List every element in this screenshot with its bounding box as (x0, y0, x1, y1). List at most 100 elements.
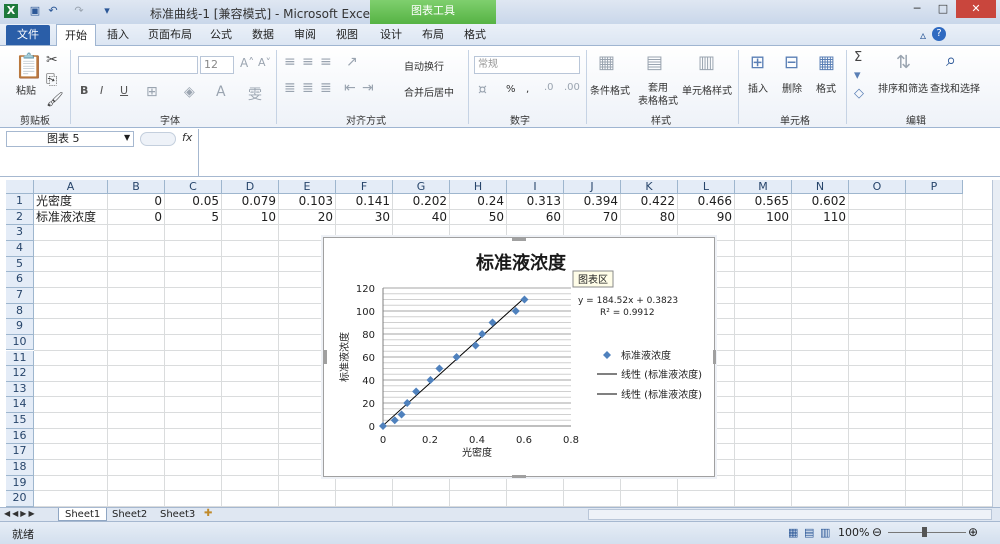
cell-L1[interactable]: 0.466 (678, 194, 735, 209)
row-header-10[interactable]: 10 (6, 334, 34, 351)
row-header-7[interactable]: 7 (6, 287, 34, 304)
underline-button[interactable]: U (120, 84, 128, 97)
align-right-icon[interactable]: ≣ (320, 80, 332, 96)
cell-C2[interactable]: 5 (165, 210, 222, 225)
wrap-text-button[interactable]: 自动换行 (404, 58, 444, 73)
align-bottom-icon[interactable]: ≡ (320, 54, 332, 70)
undo-icon[interactable]: ↶ (46, 4, 60, 18)
row-header-11[interactable]: 11 (6, 350, 34, 367)
row-header-16[interactable]: 16 (6, 428, 34, 445)
align-center-icon[interactable]: ≣ (302, 80, 314, 96)
tab-design[interactable]: 设计 (374, 24, 408, 46)
page-break-view-icon[interactable]: ▥ (820, 526, 830, 539)
cell-K1[interactable]: 0.422 (621, 194, 678, 209)
phonetic-icon[interactable]: 雯 (248, 84, 262, 104)
name-box-dropdown-icon[interactable]: ▼ (124, 133, 130, 142)
autosum-icon[interactable]: Σ (854, 50, 862, 65)
row-header-17[interactable]: 17 (6, 444, 34, 461)
cell-J2[interactable]: 70 (564, 210, 621, 225)
cell-J1[interactable]: 0.394 (564, 194, 621, 209)
cell-styles-button[interactable]: 单元格样式 (682, 82, 732, 97)
tab-file[interactable]: 文件 (6, 25, 50, 45)
cell-H1[interactable]: 0.24 (450, 194, 507, 209)
row-header-15[interactable]: 15 (6, 413, 34, 429)
paste-button[interactable]: 粘贴 (16, 82, 36, 97)
font-size-combo[interactable]: 12 (200, 56, 234, 74)
redo-icon[interactable]: ↷ (72, 4, 86, 18)
align-middle-icon[interactable]: ≡ (302, 54, 314, 70)
bold-button[interactable]: B (80, 84, 88, 97)
zoom-out-icon[interactable]: ⊖ (872, 525, 882, 539)
clear-icon[interactable]: ◇ (854, 86, 864, 101)
row-header-18[interactable]: 18 (6, 460, 34, 476)
minimize-button[interactable]: ─ (904, 0, 930, 18)
insert-cells-button[interactable]: 插入 (748, 80, 768, 95)
cell-A2[interactable]: 标准液浓度 (34, 210, 108, 225)
column-header-H[interactable]: H (450, 180, 507, 194)
tab-data[interactable]: 数据 (246, 24, 280, 46)
cell-G2[interactable]: 40 (393, 210, 450, 225)
zoom-slider[interactable] (888, 532, 966, 533)
sheet-tab-1[interactable]: Sheet1 (58, 508, 108, 521)
cell-A1[interactable]: 光密度 (34, 194, 108, 209)
currency-icon[interactable]: ¤ (478, 82, 487, 98)
increase-indent-icon[interactable]: ⇥ (362, 80, 374, 96)
sort-filter-button[interactable]: 排序和筛选 (878, 80, 928, 95)
cell-N1[interactable]: 0.602 (792, 194, 849, 209)
normal-view-icon[interactable]: ▦ (788, 526, 798, 539)
customize-qat-icon[interactable]: ▾ (100, 4, 114, 18)
font-color-icon[interactable]: A (216, 84, 226, 100)
format-painter-icon[interactable]: 🖌 (46, 92, 64, 108)
column-header-J[interactable]: J (564, 180, 621, 194)
help-icon[interactable]: ? (932, 27, 946, 41)
column-header-K[interactable]: K (621, 180, 678, 194)
cell-G1[interactable]: 0.202 (393, 194, 450, 209)
format-cells-button[interactable]: 格式 (816, 80, 836, 95)
cell-B2[interactable]: 0 (108, 210, 165, 225)
column-header-O[interactable]: O (849, 180, 906, 194)
row-header-12[interactable]: 12 (6, 366, 34, 382)
column-header-A[interactable]: A (34, 180, 108, 194)
row-header-3[interactable]: 3 (6, 225, 34, 241)
column-header-P[interactable]: P (906, 180, 963, 194)
cell-H2[interactable]: 50 (450, 210, 507, 225)
row-header-8[interactable]: 8 (6, 303, 34, 320)
column-header-I[interactable]: I (507, 180, 564, 194)
font-name-combo[interactable] (78, 56, 198, 74)
copy-icon[interactable]: ⎘ (46, 72, 57, 88)
delete-cells-button[interactable]: 删除 (782, 80, 802, 95)
ribbon-collapse-icon[interactable]: ▵ (920, 28, 926, 42)
tab-view[interactable]: 视图 (330, 24, 364, 46)
insert-cells-icon[interactable]: ⊞ (750, 52, 765, 73)
row-header-1[interactable]: 1 (6, 194, 34, 210)
format-as-table-icon[interactable]: ▤ (646, 52, 663, 73)
zoom-in-icon[interactable]: ⊕ (968, 525, 978, 539)
sheet-tab-3[interactable]: Sheet3 (154, 508, 201, 521)
cell-K2[interactable]: 80 (621, 210, 678, 225)
cell-F2[interactable]: 30 (336, 210, 393, 225)
tab-layout[interactable]: 布局 (416, 24, 450, 46)
comma-button[interactable]: , (526, 84, 529, 95)
decrease-decimal-icon[interactable]: .00 (564, 82, 580, 93)
decrease-indent-icon[interactable]: ⇤ (344, 80, 356, 96)
column-header-M[interactable]: M (735, 180, 792, 194)
formula-separator-handle[interactable] (140, 132, 176, 146)
percent-button[interactable]: % (506, 84, 516, 95)
select-all-corner[interactable] (6, 180, 34, 194)
column-header-F[interactable]: F (336, 180, 393, 194)
cell-E1[interactable]: 0.103 (279, 194, 336, 209)
align-left-icon[interactable]: ≣ (284, 80, 296, 96)
align-top-icon[interactable]: ≡ (284, 54, 296, 70)
merge-center-button[interactable]: 合并后居中 (404, 84, 454, 99)
horizontal-scrollbar[interactable] (588, 509, 992, 520)
find-select-icon[interactable]: ⌕ (946, 50, 956, 71)
cell-I2[interactable]: 60 (507, 210, 564, 225)
column-header-L[interactable]: L (678, 180, 735, 194)
row-header-9[interactable]: 9 (6, 319, 34, 335)
fill-color-icon[interactable]: ◈ (184, 84, 195, 100)
border-icon[interactable]: ⊞ (146, 84, 158, 100)
tab-review[interactable]: 审阅 (288, 24, 322, 46)
name-box[interactable]: 图表 5 (6, 131, 134, 147)
chart-object[interactable]: 标准液浓度 0 20 40 60 80 100 120 0 0.2 0.4 0.6 0.8 光密度 标准液浓… (323, 237, 716, 478)
row-header-14[interactable]: 14 (6, 397, 34, 414)
